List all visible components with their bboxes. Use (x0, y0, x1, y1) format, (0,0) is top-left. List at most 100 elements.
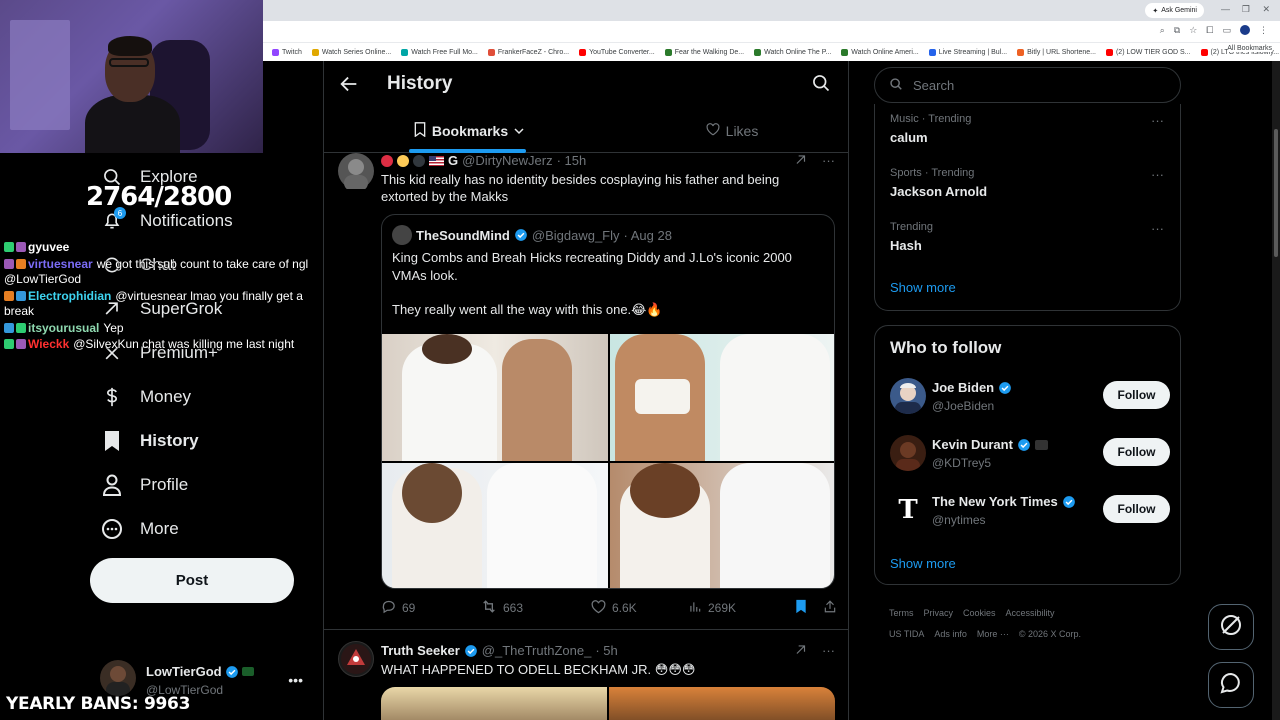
suggestion-name: Joe Biden (932, 380, 1012, 395)
footer-link[interactable]: US TIDA (889, 629, 924, 639)
footer-link[interactable]: More ··· (977, 629, 1009, 639)
bookmark-item[interactable]: Watch Free Full Mo... (396, 48, 483, 56)
bookmark-item[interactable]: YouTube Converter... (574, 48, 660, 56)
scrollbar-thumb[interactable] (1274, 129, 1278, 257)
follow-suggestion[interactable]: T The New York Times @nytimes Follow (890, 492, 1170, 532)
search-icon (889, 77, 903, 94)
back-arrow-icon[interactable] (338, 73, 360, 95)
nav-history[interactable]: History (100, 427, 199, 455)
nav-money[interactable]: Money (100, 383, 191, 411)
avatar[interactable] (338, 153, 374, 191)
bookmark-item[interactable]: Fear the Walking De... (660, 48, 749, 56)
show-more-link[interactable]: Show more (890, 280, 956, 295)
trend-item[interactable]: Sports · Trending Jackson Arnold ··· (890, 167, 1170, 199)
tab-likes[interactable]: Likes (614, 109, 848, 153)
photo[interactable] (609, 687, 835, 720)
search-icon[interactable] (811, 73, 833, 95)
trend-more-icon[interactable]: ··· (1151, 167, 1164, 182)
zoom-icon[interactable]: ⌕ (1160, 25, 1165, 36)
bookmark-item[interactable]: Bitly | URL Shortene... (1012, 48, 1101, 56)
quote-header: TheSoundMind @Bigdawg_Fly · Aug 28 (392, 225, 672, 245)
more-icon[interactable]: ··· (822, 643, 835, 660)
nav-profile[interactable]: Profile (100, 471, 188, 499)
follow-button[interactable]: Follow (1103, 381, 1170, 409)
footer-link[interactable]: Privacy (924, 608, 954, 618)
bookmark-item[interactable]: Watch Online Ameri... (836, 48, 923, 56)
author-name[interactable]: G (448, 153, 458, 168)
close-window-icon[interactable]: ✕ (1262, 4, 1270, 15)
more-icon[interactable]: ··· (822, 153, 835, 170)
photo[interactable] (382, 334, 608, 461)
trend-more-icon[interactable]: ··· (1151, 221, 1164, 236)
bookmark-item[interactable]: FrankerFaceZ - Chro... (483, 48, 574, 56)
maximize-icon[interactable]: ❐ (1242, 4, 1250, 15)
footer-link[interactable]: Accessibility (1006, 608, 1055, 618)
repost-button[interactable]: 663 (481, 599, 591, 617)
share-button[interactable] (823, 599, 837, 617)
media-grid[interactable] (381, 687, 835, 720)
tweet-time[interactable]: · 5h (595, 643, 617, 658)
star-icon[interactable]: ☆ (1189, 25, 1197, 36)
bookmark-item[interactable]: Live Streaming | Bul... (924, 48, 1012, 56)
nyt-logo-icon[interactable]: T (890, 492, 926, 528)
chat-username: itsyourusual (28, 320, 100, 335)
show-more-link[interactable]: Show more (890, 556, 956, 571)
profile-avatar-icon[interactable] (1240, 25, 1250, 35)
reply-button[interactable]: 69 (381, 599, 481, 617)
sidebar-icon[interactable]: ▭ (1222, 25, 1231, 36)
photo[interactable] (610, 334, 834, 461)
minimize-icon[interactable]: — (1221, 4, 1230, 14)
extensions-icon[interactable]: ⧠ (1206, 25, 1213, 36)
like-button[interactable]: 6.6K (591, 599, 688, 617)
grok-icon[interactable] (794, 643, 808, 660)
chat-badge-icon (16, 242, 26, 252)
views-chart-icon (688, 600, 702, 617)
author-name[interactable]: Truth Seeker (381, 643, 460, 658)
footer-link[interactable]: Ads info (934, 629, 967, 639)
bookmark-item[interactable]: Watch Online The P... (749, 48, 836, 56)
bookmark-item[interactable]: Twitch (267, 48, 307, 56)
account-more-icon[interactable]: ••• (288, 672, 303, 688)
trend-item[interactable]: Music · Trending calum ··· (890, 113, 1170, 145)
author-handle[interactable]: @DirtyNewJerz (462, 153, 552, 168)
avatar[interactable] (338, 641, 374, 677)
footer-link[interactable]: Cookies (963, 608, 996, 618)
quoted-tweet[interactable]: TheSoundMind @Bigdawg_Fly · Aug 28 King … (381, 214, 835, 589)
trend-item[interactable]: Trending Hash ··· (890, 221, 1170, 253)
tweet[interactable]: G @DirtyNewJerz · 15h ··· This kid reall… (324, 149, 848, 629)
page-scrollbar[interactable] (1272, 61, 1280, 720)
trend-more-icon[interactable]: ··· (1151, 113, 1164, 128)
grok-icon[interactable] (794, 153, 808, 170)
nav-more[interactable]: More (100, 515, 179, 543)
bookmark-button[interactable] (795, 599, 823, 617)
post-button[interactable]: Post (90, 558, 294, 603)
bookmark-item[interactable]: Watch Series Online... (307, 48, 396, 56)
photo[interactable] (610, 463, 834, 588)
all-bookmarks-button[interactable]: All Bookmarks (1227, 45, 1272, 52)
photo[interactable] (382, 463, 608, 588)
follow-button[interactable]: Follow (1103, 495, 1170, 523)
tab-bookmarks[interactable]: Bookmarks (324, 109, 614, 153)
messages-fab-button[interactable] (1208, 662, 1254, 708)
tweet[interactable]: Truth Seeker @_TheTruthZone_ · 5h ··· WH… (324, 639, 848, 720)
author-handle[interactable]: @_TheTruthZone_ (482, 643, 592, 658)
cast-icon[interactable]: ⧉ (1174, 25, 1180, 36)
grok-fab-button[interactable] (1208, 604, 1254, 650)
photo[interactable] (381, 687, 607, 720)
nav-label: Profile (140, 475, 189, 494)
avatar[interactable] (890, 435, 926, 471)
follow-suggestion[interactable]: Kevin Durant @KDTrey5 Follow (890, 435, 1170, 475)
search-input[interactable]: Search (874, 67, 1181, 103)
views-button[interactable]: 269K (688, 600, 795, 617)
ask-gemini-button[interactable]: ✦ Ask Gemini (1145, 3, 1204, 18)
follow-button[interactable]: Follow (1103, 438, 1170, 466)
footer-link[interactable]: Terms (889, 608, 914, 618)
chat-username: virtuesnear (28, 256, 93, 271)
menu-kebab-icon[interactable]: ⋮ (1259, 25, 1268, 36)
tweet-time[interactable]: · 15h (557, 153, 587, 168)
follow-suggestion[interactable]: Joe Biden @JoeBiden Follow (890, 378, 1170, 418)
avatar[interactable] (890, 378, 926, 414)
more-circle-icon (100, 517, 124, 541)
verified-badge-icon (1017, 438, 1031, 452)
bookmark-item[interactable]: (2) LOW TIER GOD S... (1101, 48, 1196, 56)
